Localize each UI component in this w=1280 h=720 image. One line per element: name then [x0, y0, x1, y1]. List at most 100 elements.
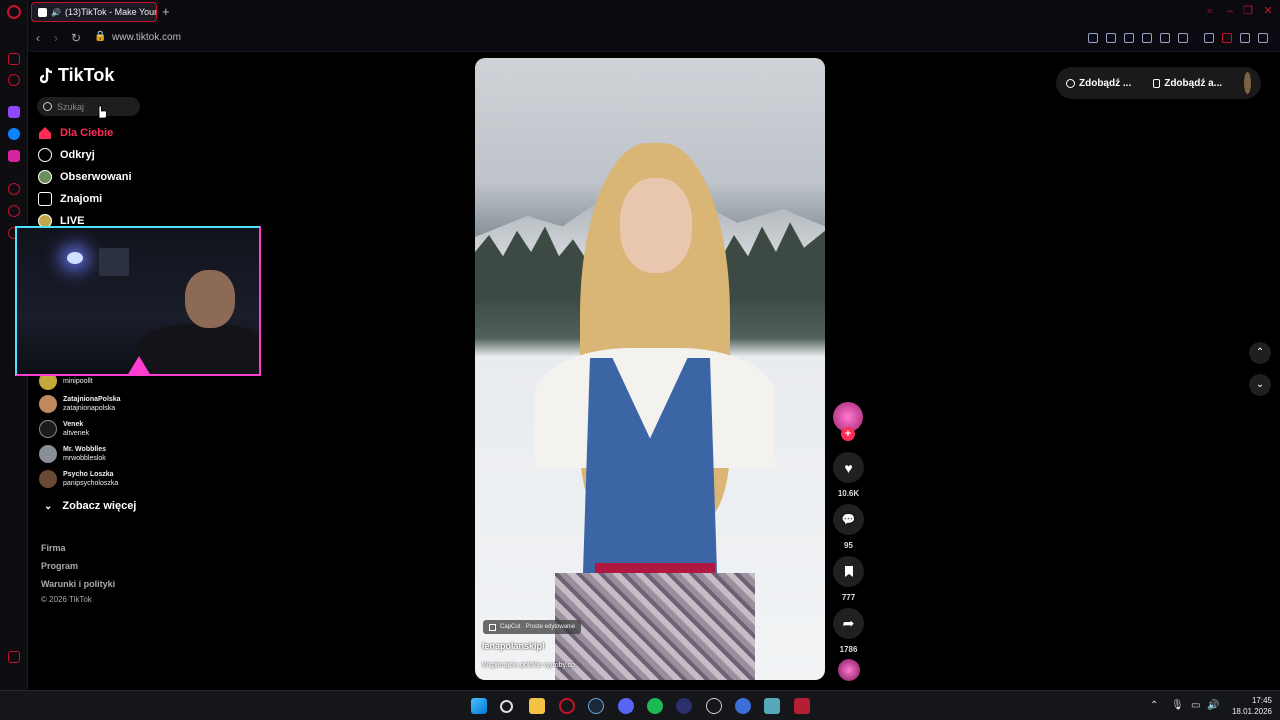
like-button[interactable]: ♥: [833, 452, 864, 483]
webcam-lamp: [67, 252, 83, 264]
get-app-button[interactable]: Zdobądź a...: [1153, 78, 1222, 89]
spotify-icon[interactable]: [647, 698, 663, 714]
heart-icon[interactable]: [1178, 33, 1188, 43]
video-person-face: [620, 178, 692, 273]
opera-logo-icon[interactable]: [7, 5, 21, 19]
see-more-button[interactable]: ⌄ Zobacz więcej: [44, 500, 136, 512]
taskbar-clock[interactable]: 17:45 18.01.2026: [1226, 695, 1272, 717]
reload-icon[interactable]: ↻: [71, 31, 81, 45]
nav-for-you-label: Dla Ciebie: [60, 127, 114, 139]
followed-account[interactable]: ZatajnionaPolska zatajnionapolska: [39, 393, 121, 415]
search-input[interactable]: Szukaj: [37, 97, 140, 116]
nav-following[interactable]: Obserwowani: [38, 168, 132, 186]
tiktok-logo[interactable]: TikTok: [40, 65, 114, 86]
download-icon[interactable]: [1240, 33, 1250, 43]
footer-program-link[interactable]: Program: [41, 561, 78, 571]
history-icon[interactable]: [8, 183, 20, 195]
avatar: [39, 445, 57, 463]
video-description: Wspierajcie polskie wyroby.co: [482, 662, 575, 669]
sidebar-app-icon[interactable]: [8, 205, 20, 217]
followed-account[interactable]: Venek altvenek: [39, 418, 89, 440]
avatar: [39, 395, 57, 413]
display-icon[interactable]: ▭: [1191, 700, 1200, 711]
play-icon[interactable]: [1160, 33, 1170, 43]
volume-icon[interactable]: 🔊: [1207, 700, 1219, 711]
tab-tiktok[interactable]: 🔊 (13)TikTok - Make Your: [31, 2, 157, 22]
follow-plus-icon[interactable]: +: [841, 427, 855, 441]
video-player[interactable]: CapCut · Proste edytowanie lenapolanskip…: [475, 58, 825, 680]
like-count: 10.6K: [837, 489, 860, 498]
back-icon[interactable]: ‹: [36, 31, 40, 45]
account-handle: altvenek: [63, 430, 90, 437]
restore-button[interactable]: ❐: [1242, 5, 1254, 17]
music-disc-icon[interactable]: [838, 659, 860, 681]
close-button[interactable]: ✕: [1262, 5, 1274, 17]
speaker-icon[interactable]: 🔊: [51, 8, 61, 17]
compass-icon: [38, 148, 52, 162]
app-icon[interactable]: [676, 698, 692, 714]
sidebar-app-icon[interactable]: [8, 651, 20, 663]
file-explorer-icon[interactable]: [529, 698, 545, 714]
save-count: 777: [841, 593, 856, 602]
discord-icon[interactable]: [618, 698, 634, 714]
steam-icon[interactable]: [588, 698, 604, 714]
see-more-label: Zobacz więcej: [62, 500, 137, 512]
nav-for-you[interactable]: Dla Ciebie: [38, 124, 113, 142]
windows-start-icon[interactable]: [471, 698, 487, 714]
app-icon[interactable]: [764, 698, 780, 714]
comment-count: 95: [844, 541, 853, 550]
nav-friends[interactable]: Znajomi: [38, 190, 102, 208]
sidebar-app-icon[interactable]: [8, 53, 20, 65]
footer-company-link[interactable]: Firma: [41, 543, 66, 553]
phone-icon: [1153, 78, 1161, 88]
app-icon[interactable]: [735, 698, 751, 714]
instagram-icon[interactable]: [8, 150, 20, 162]
avatar: [39, 470, 57, 488]
app-icon[interactable]: [794, 698, 810, 714]
pin-icon[interactable]: [1088, 33, 1098, 43]
snapshot-icon[interactable]: [1106, 33, 1116, 43]
capcut-badge[interactable]: CapCut · Proste edytowanie: [483, 620, 582, 634]
previous-video-button[interactable]: ⌃: [1249, 342, 1271, 364]
url-field[interactable]: www.tiktok.com: [112, 32, 181, 43]
tiktok-logo-text: TikTok: [58, 65, 115, 85]
account-text: ZatajnionaPolska zatajnionapolska: [63, 395, 121, 413]
search-icon[interactable]: [500, 700, 513, 713]
mouse-cursor-icon: [98, 105, 107, 119]
twitch-icon[interactable]: [8, 106, 20, 118]
avatar: [39, 420, 57, 438]
followed-account[interactable]: Mr. Wobblles mrwobbleslok: [39, 443, 106, 465]
extensions-icon[interactable]: [1204, 33, 1214, 43]
screen: 🔊 (13)TikTok - Make Your + ⌕ – ❐ ✕ ‹ › ↻…: [0, 0, 1280, 720]
footer-terms-link[interactable]: Warunki i polityki: [41, 579, 115, 589]
share-button[interactable]: ➦: [833, 608, 864, 639]
sidebar-app-icon[interactable]: [8, 74, 20, 86]
new-tab-button[interactable]: +: [162, 4, 170, 19]
video-author[interactable]: lenapolanskipl: [482, 641, 545, 651]
account-name: Venek: [63, 421, 84, 428]
comment-button[interactable]: 💬: [833, 504, 864, 535]
coin-icon: [1066, 78, 1075, 88]
translate-icon[interactable]: [1142, 33, 1152, 43]
get-coins-button[interactable]: Zdobądź ...: [1066, 78, 1131, 89]
tab-title: (13)TikTok - Make Your: [64, 7, 157, 17]
opera-browser-icon[interactable]: [559, 698, 575, 714]
profile-avatar[interactable]: [1244, 72, 1251, 94]
capcut-icon: [489, 623, 496, 631]
menu-icon[interactable]: [1258, 33, 1268, 43]
microphone-icon[interactable]: 🎙: [1171, 700, 1184, 711]
save-button[interactable]: [833, 556, 864, 587]
messenger-icon[interactable]: [8, 128, 20, 140]
following-icon: [38, 170, 52, 184]
minimize-button[interactable]: –: [1224, 5, 1236, 17]
forward-icon[interactable]: ›: [54, 31, 58, 45]
next-video-button[interactable]: ⌄: [1249, 374, 1271, 396]
nav-explore[interactable]: Odkryj: [38, 146, 95, 164]
video-person-skirt: [555, 573, 755, 680]
shield-icon[interactable]: [1124, 33, 1134, 43]
profile-icon[interactable]: [1222, 33, 1232, 43]
app-icon[interactable]: [706, 698, 722, 714]
chevron-up-icon[interactable]: ⌃: [1150, 700, 1158, 711]
followed-account[interactable]: Psycho Loszka panipsycholoszka: [39, 468, 118, 490]
search-tabs-icon[interactable]: ⌕: [1204, 5, 1216, 17]
